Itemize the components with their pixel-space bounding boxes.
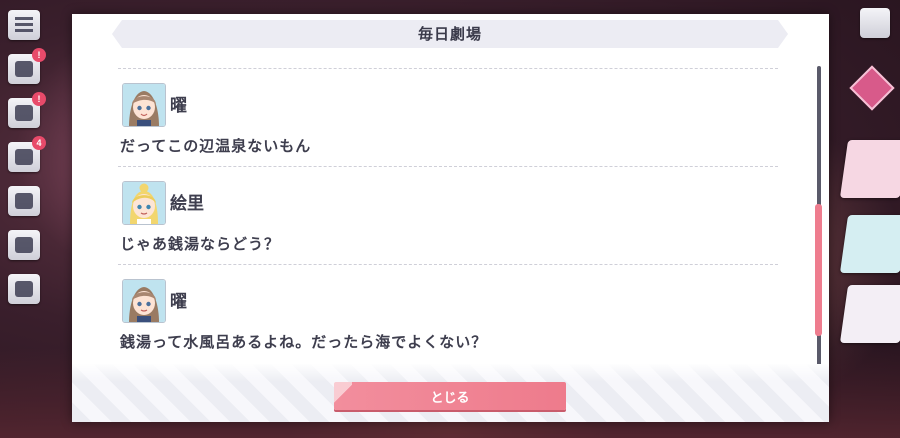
side-button-6[interactable] [8, 274, 40, 304]
notification-badge: ! [32, 48, 46, 62]
conversation-log[interactable]: 曜 だってこの辺温泉ないもん 絵里 じゃあ銭湯ならどう？ 曜 銭湯って水風呂ある… [118, 68, 778, 368]
menu-button[interactable] [8, 10, 40, 40]
side-button-5[interactable] [8, 230, 40, 260]
chat-icon [15, 61, 33, 77]
side-menu: ! ! 4 [8, 10, 46, 318]
eli-avatar [122, 181, 166, 225]
side-button-3[interactable]: 4 [8, 136, 46, 172]
you-avatar [122, 83, 166, 127]
notification-badge: 4 [32, 136, 46, 150]
dialog-title: 毎日劇場 [417, 25, 482, 43]
side-button-2[interactable]: ! [8, 92, 46, 128]
close-button[interactable]: とじる [334, 382, 566, 410]
event-card[interactable] [839, 140, 900, 198]
side-button-1[interactable]: ! [8, 48, 46, 84]
gem-icon [15, 193, 33, 209]
event-card[interactable] [839, 215, 900, 273]
event-card[interactable] [839, 285, 900, 343]
dialog-title-bar: 毎日劇場 [112, 20, 788, 48]
notification-badge: ! [32, 92, 46, 106]
you-avatar [122, 279, 166, 323]
mission-icon [15, 237, 33, 253]
right-panel-background [828, 0, 900, 438]
speaker-name: 絵里 [170, 194, 204, 214]
log-entry: 曜 だってこの辺温泉ないもん [118, 68, 778, 166]
daily-theater-dialog: 毎日劇場 曜 だってこの辺温泉ないもん 絵里 じゃあ銭湯ならどう？ 曜 銭湯って… [72, 14, 829, 422]
speaker-name: 曜 [170, 292, 187, 312]
menu-icon [15, 17, 33, 33]
dialogue-line: 銭湯って水風呂あるよね。だったら海でよくない？ [120, 333, 488, 351]
point-icon [15, 105, 33, 121]
side-button-4[interactable] [8, 186, 40, 216]
log-entry: 絵里 じゃあ銭湯ならどう？ [118, 166, 778, 264]
diamond-icon [849, 65, 895, 111]
dialogue-line: だってこの辺温泉ないもん [120, 137, 312, 155]
expand-icon [15, 281, 33, 297]
speaker-name: 曜 [170, 96, 187, 116]
gift-icon [15, 149, 33, 165]
scrollbar-thumb[interactable] [815, 204, 822, 336]
settings-button[interactable] [860, 8, 890, 38]
dialogue-line: じゃあ銭湯ならどう？ [120, 235, 281, 253]
log-entry: 曜 銭湯って水風呂あるよね。だったら海でよくない？ [118, 264, 778, 362]
